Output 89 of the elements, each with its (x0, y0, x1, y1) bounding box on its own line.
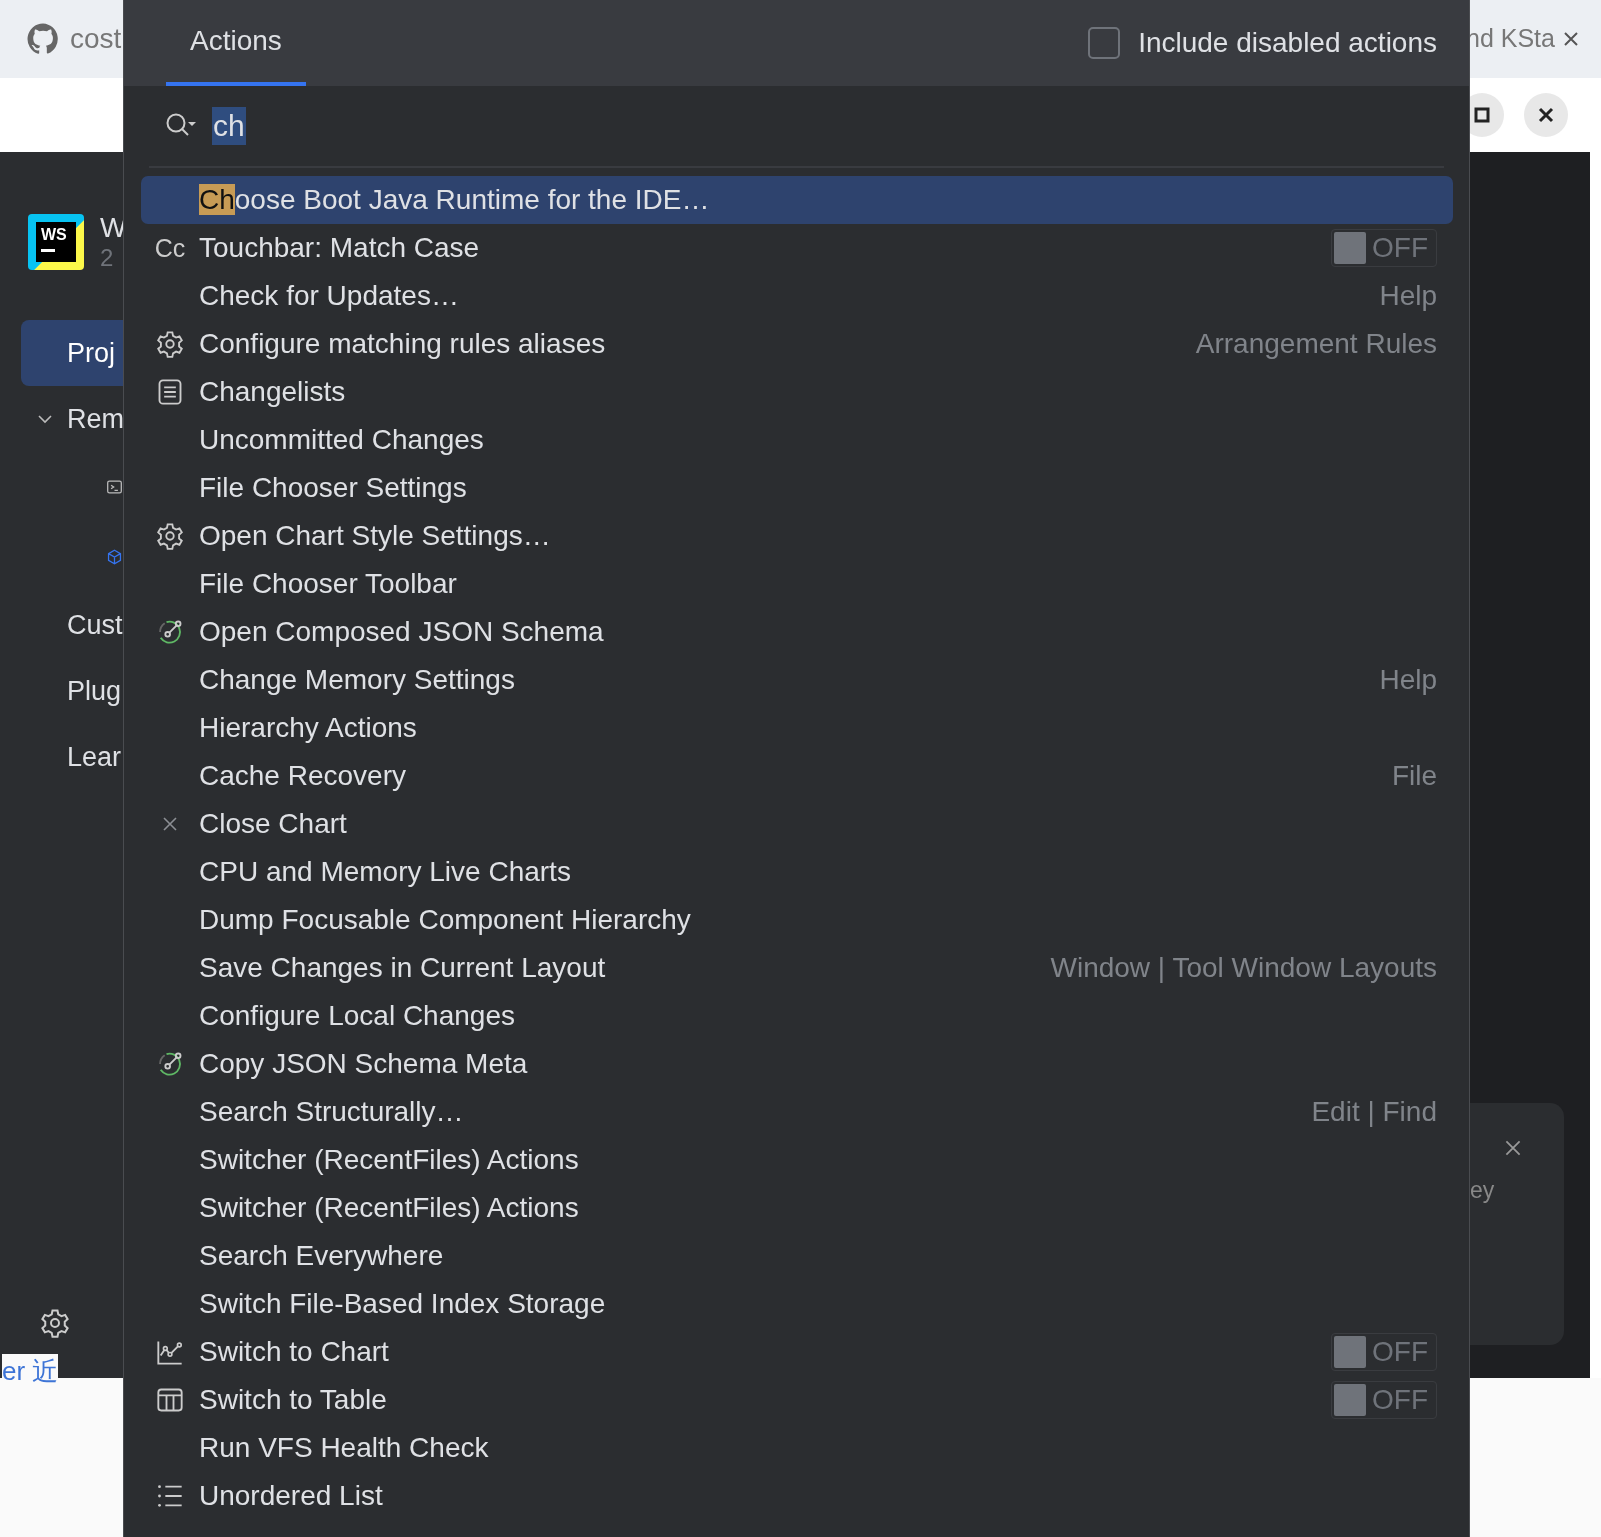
product-version: 2 (100, 244, 115, 272)
schema-icon (156, 1050, 184, 1078)
action-item[interactable]: Uncommitted Changes (141, 416, 1453, 464)
table-icon (156, 1386, 184, 1414)
action-item[interactable]: Close Chart (141, 800, 1453, 848)
action-item[interactable]: Configure matching rules aliases Arrangement Rules (141, 320, 1453, 368)
action-label: Check for Updates… (199, 280, 459, 312)
action-label: Configure Local Changes (199, 1000, 515, 1032)
sidebar-item[interactable]: Rem (21, 386, 123, 452)
action-item[interactable]: Open Chart Style Settings… (141, 512, 1453, 560)
action-category: Edit | Find (1311, 1096, 1437, 1128)
sidebar-item[interactable]: Cust (21, 592, 123, 658)
action-label: Switch to Chart (199, 1336, 389, 1368)
app-logo: WS (28, 214, 84, 270)
action-label: Switch to Table (199, 1384, 387, 1416)
action-item[interactable]: Changelists (141, 368, 1453, 416)
match-case-icon: Cc (154, 233, 186, 263)
checkbox[interactable] (1088, 27, 1121, 59)
action-label: Changelists (199, 376, 346, 408)
action-label: Uncommitted Changes (199, 424, 484, 456)
settings-icon[interactable] (40, 1308, 70, 1338)
action-item[interactable]: Switch to Table OFF (141, 1376, 1453, 1424)
sidebar-item[interactable]: Proj (21, 320, 123, 386)
action-item[interactable]: Switcher (RecentFiles) Actions (141, 1184, 1453, 1232)
close-button[interactable] (1524, 93, 1568, 137)
action-label: Run VFS Health Check (199, 1432, 489, 1464)
action-label: File Chooser Toolbar (199, 568, 457, 600)
action-category: Arrangement Rules (1195, 328, 1437, 360)
document-icon (156, 378, 184, 406)
action-item[interactable]: Switcher (RecentFiles) Actions (141, 1136, 1453, 1184)
action-label: Search Structurally… (199, 1096, 464, 1128)
action-item[interactable]: Dump Focusable Component Hierarchy (141, 896, 1453, 944)
action-label: Search Everywhere (199, 1240, 444, 1272)
action-label: File Chooser Settings (199, 472, 467, 504)
gear-icon (156, 330, 184, 358)
action-item[interactable]: Cache Recovery File (141, 752, 1453, 800)
action-category: Help (1379, 664, 1437, 696)
action-label: Hierarchy Actions (199, 712, 417, 744)
action-category: Window | Tool Window Layouts (1050, 952, 1437, 984)
action-item[interactable]: Hierarchy Actions (141, 704, 1453, 752)
action-item[interactable]: Copy JSON Schema Meta (141, 1040, 1453, 1088)
action-item[interactable]: Switch to Chart OFF (141, 1328, 1453, 1376)
cube-icon[interactable] (106, 546, 123, 568)
action-category: Help (1379, 280, 1437, 312)
sidebar-item[interactable]: Plug (21, 658, 123, 724)
action-label: Switcher (RecentFiles) Actions (199, 1144, 579, 1176)
search-field[interactable]: ch (212, 104, 1469, 148)
action-label: Change Memory Settings (199, 664, 515, 696)
action-item[interactable]: Choose Boot Java Runtime for the IDE… (141, 176, 1453, 224)
maximize-icon (1472, 105, 1492, 125)
action-item[interactable]: Switch File-Based Index Storage (141, 1280, 1453, 1328)
sidebar-item[interactable]: Lear (21, 724, 123, 790)
action-item[interactable]: File Chooser Settings (141, 464, 1453, 512)
action-item[interactable]: Open Composed JSON Schema (141, 608, 1453, 656)
github-icon (26, 22, 60, 56)
action-item[interactable]: Run VFS Health Check (141, 1424, 1453, 1472)
action-label: Unordered List (199, 1480, 383, 1512)
action-label: Open Chart Style Settings… (199, 520, 551, 552)
gear-icon (156, 522, 184, 550)
action-label: Configure matching rules aliases (199, 328, 606, 360)
action-item[interactable]: File Chooser Toolbar (141, 560, 1453, 608)
action-label: Close Chart (199, 808, 347, 840)
action-label: Cache Recovery (199, 760, 406, 792)
action-item[interactable]: Check for Updates… Help (141, 272, 1453, 320)
action-label: Choose Boot Java Runtime for the IDE… (199, 184, 710, 216)
notification-text: ey (1470, 1177, 1495, 1204)
action-label: Copy JSON Schema Meta (199, 1048, 528, 1080)
action-label: Dump Focusable Component Hierarchy (199, 904, 691, 936)
action-item[interactable]: Save Changes in Current Layout Window | Tool Window Layouts (141, 944, 1453, 992)
action-item[interactable]: Cc Touchbar: Match Case OFF (141, 224, 1453, 272)
close-icon (1536, 105, 1556, 125)
action-label: CPU and Memory Live Charts (199, 856, 571, 888)
action-item[interactable]: Configure Local Changes (141, 992, 1453, 1040)
browser-tab-title[interactable]: cost (70, 23, 122, 55)
action-category: File (1391, 760, 1437, 792)
action-item[interactable]: Change Memory Settings Help (141, 656, 1453, 704)
actions-tab[interactable]: Actions (166, 0, 306, 86)
action-item[interactable]: Unordered List (141, 1472, 1453, 1520)
action-label: Open Composed JSON Schema (199, 616, 604, 648)
action-item[interactable]: CPU and Memory Live Charts (141, 848, 1453, 896)
action-label: Save Changes in Current Layout (199, 952, 606, 984)
schema-icon (156, 618, 184, 646)
checkbox-label[interactable]: Include disabled actions (1138, 27, 1437, 59)
action-item[interactable]: Search Structurally… Edit | Find (141, 1088, 1453, 1136)
action-label: Switcher (RecentFiles) Actions (199, 1192, 579, 1224)
action-label: Switch File-Based Index Storage (199, 1288, 606, 1320)
action-label: Touchbar: Match Case (199, 232, 480, 264)
bulleted-list-icon (156, 1482, 184, 1510)
action-item[interactable]: Search Everywhere (141, 1232, 1453, 1280)
